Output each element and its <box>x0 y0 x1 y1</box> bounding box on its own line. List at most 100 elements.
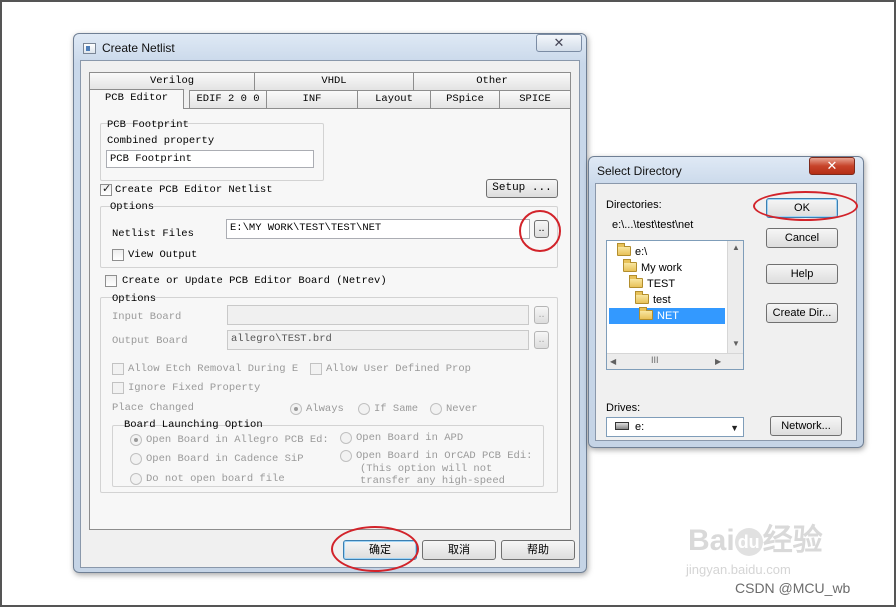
tree-item-my-work[interactable]: My work <box>623 259 682 276</box>
baidu-paw-icon: du <box>734 528 763 556</box>
directories-label: Directories: <box>606 199 662 211</box>
input-board-label: Input Board <box>112 311 182 323</box>
setup-button[interactable]: Setup ... <box>486 179 558 198</box>
place-changed-label: Place Changed <box>112 402 194 414</box>
input-board-browse-button[interactable]: .. <box>534 306 549 324</box>
cancel-button[interactable]: 取消 <box>422 540 496 560</box>
folder-open-icon <box>623 259 637 272</box>
chevron-down-icon[interactable]: ▼ <box>730 419 739 437</box>
launch-allegro-radio[interactable] <box>130 434 142 446</box>
tab-pspice[interactable]: PSpice <box>430 90 500 108</box>
launch-sip-label: Open Board in Cadence SiP <box>146 453 304 465</box>
select-directory-window: Select Directory ✕ Directories: e:\...\t… <box>588 156 864 448</box>
scroll-right-icon[interactable]: ▶ <box>715 357 721 366</box>
current-path-label: e:\...\test\test\net <box>612 219 694 231</box>
options2-label: Options <box>112 293 157 305</box>
view-output-checkbox[interactable] <box>112 249 124 261</box>
board-launching-label: Board Launching Option <box>124 419 263 431</box>
orcad-note-line1: (This option will not <box>360 463 493 475</box>
place-never-radio[interactable] <box>430 403 442 415</box>
pcb-footprint-label: PCB Footprint <box>107 119 189 131</box>
netlist-files-input[interactable]: E:\MY WORK\TEST\TEST\NET <box>226 219 530 239</box>
output-board-browse-button[interactable]: .. <box>534 331 549 349</box>
select-directory-ok-button[interactable]: OK <box>766 198 838 218</box>
folder-open-icon <box>635 291 649 304</box>
ignore-fixed-checkbox[interactable] <box>112 382 124 394</box>
input-board-input[interactable] <box>227 305 529 325</box>
tab-other[interactable]: Other <box>413 72 571 90</box>
allow-user-defined-label: Allow User Defined Prop <box>326 363 471 375</box>
window-title: Create Netlist <box>102 41 175 55</box>
csdn-watermark: CSDN @MCU_wb <box>735 580 851 596</box>
ok-button[interactable]: 确定 <box>343 540 417 560</box>
tab-inf[interactable]: INF <box>266 90 358 108</box>
create-dir-button[interactable]: Create Dir... <box>766 303 838 323</box>
create-update-board-label: Create or Update PCB Editor Board (Netre… <box>122 275 387 287</box>
scroll-down-icon[interactable]: ▼ <box>732 339 740 348</box>
create-netlist-label: Create PCB Editor Netlist <box>115 184 273 196</box>
tab-layout[interactable]: Layout <box>357 90 431 108</box>
close-button[interactable]: ✕ <box>536 34 582 52</box>
tab-edif[interactable]: EDIF 2 0 0 <box>189 90 267 108</box>
close-icon: ✕ <box>553 35 565 50</box>
close-icon: ✕ <box>826 158 838 173</box>
pcb-editor-panel: PCB Footprint Combined property PCB Foot… <box>89 108 571 530</box>
tree-item-test-lower[interactable]: test <box>635 291 671 308</box>
dialog-body: Verilog VHDL Other PCB Editor EDIF 2 0 0… <box>80 60 580 568</box>
network-button[interactable]: Network... <box>770 416 842 436</box>
launch-sip-radio[interactable] <box>130 453 142 465</box>
tree-item-e[interactable]: e:\ <box>617 243 647 260</box>
launch-apd-radio[interactable] <box>340 432 352 444</box>
baidu-watermark: Bai du 经验 <box>688 524 823 557</box>
ignore-fixed-label: Ignore Fixed Property <box>128 382 261 394</box>
netlist-browse-button[interactable]: .. <box>534 220 549 238</box>
options-label: Options <box>110 201 155 213</box>
drives-select[interactable]: e: ▼ <box>606 417 744 437</box>
place-if-same-radio[interactable] <box>358 403 370 415</box>
create-update-board-checkbox[interactable] <box>105 275 117 287</box>
scroll-left-icon[interactable]: ◀ <box>610 357 616 366</box>
select-directory-title: Select Directory <box>597 164 682 178</box>
help-button[interactable]: 帮助 <box>501 540 575 560</box>
place-always-radio[interactable] <box>290 403 302 415</box>
launch-none-radio[interactable] <box>130 473 142 485</box>
select-directory-help-button[interactable]: Help <box>766 264 838 284</box>
launch-apd-label: Open Board in APD <box>356 432 464 444</box>
tab-vhdl[interactable]: VHDL <box>254 72 414 90</box>
select-directory-close-button[interactable]: ✕ <box>809 157 855 175</box>
launch-orcad-radio[interactable] <box>340 450 352 462</box>
scroll-thumb[interactable]: III <box>651 355 659 365</box>
allow-etch-label: Allow Etch Removal During E <box>128 363 299 375</box>
folder-open-icon <box>617 243 631 256</box>
combined-property-input[interactable]: PCB Footprint <box>106 150 314 168</box>
combined-property-label: Combined property <box>107 135 215 147</box>
tab-pcb-editor[interactable]: PCB Editor <box>89 89 184 109</box>
drives-label: Drives: <box>606 402 641 414</box>
view-output-label: View Output <box>128 249 198 261</box>
launch-orcad-label: Open Board in OrCAD PCB Edi: <box>356 450 533 462</box>
tab-verilog[interactable]: Verilog <box>89 72 255 90</box>
drive-icon <box>615 422 629 430</box>
create-netlist-checkbox[interactable] <box>100 182 112 196</box>
directory-tree[interactable]: e:\ My work TEST test NET ▲ ▼ ◀ III ▶ <box>606 240 744 370</box>
tree-vertical-scrollbar[interactable]: ▲ ▼ <box>727 241 743 353</box>
tree-item-net[interactable]: NET <box>609 307 725 324</box>
allow-user-defined-checkbox[interactable] <box>310 363 322 375</box>
output-board-input[interactable]: allegro\TEST.brd <box>227 330 529 350</box>
app-icon <box>83 43 96 54</box>
place-if-same-label: If Same <box>374 403 419 415</box>
place-always-label: Always <box>306 403 344 415</box>
place-never-label: Never <box>446 403 478 415</box>
folder-open-icon <box>629 275 643 288</box>
launch-none-label: Do not open board file <box>146 473 285 485</box>
select-directory-body: Directories: e:\...\test\test\net e:\ My… <box>595 183 857 441</box>
orcad-note-line2: transfer any high-speed <box>360 475 505 487</box>
folder-open-icon <box>639 307 653 320</box>
allow-etch-checkbox[interactable] <box>112 363 124 375</box>
scroll-up-icon[interactable]: ▲ <box>732 243 740 252</box>
select-directory-cancel-button[interactable]: Cancel <box>766 228 838 248</box>
tree-item-test-upper[interactable]: TEST <box>629 275 675 292</box>
tree-horizontal-scrollbar[interactable]: ◀ III ▶ <box>607 353 743 369</box>
output-board-label: Output Board <box>112 335 188 347</box>
tab-spice[interactable]: SPICE <box>499 90 571 108</box>
